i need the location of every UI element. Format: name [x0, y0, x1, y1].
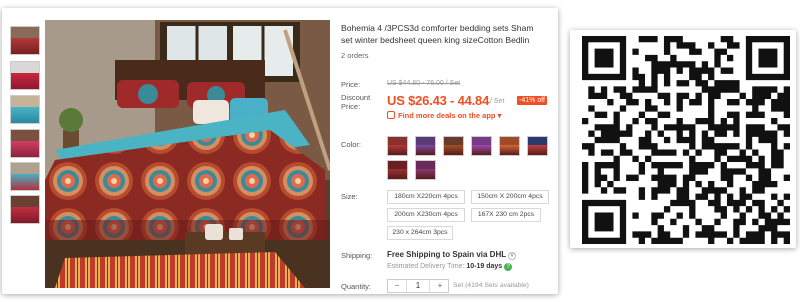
qr-finder-pattern-3 [582, 199, 627, 244]
swatch-bed-image [500, 145, 519, 155]
product-title-line-2[interactable]: set winter bedsheet queen king sizeCotto… [341, 34, 553, 46]
thumbnail-6[interactable] [10, 195, 40, 224]
thumbnail-4[interactable] [10, 129, 40, 158]
color-swatch-purple-mandala[interactable] [415, 136, 436, 156]
shipping-method[interactable]: Free Shipping to Spain via DHL ˅ [387, 250, 517, 260]
size-option-1[interactable]: 180cm X220cm 4pcs [387, 190, 465, 204]
product-card: Bohemia 4 /3PCS3d comforter bedding sets… [2, 8, 558, 294]
color-swatch-brown-mandala[interactable] [443, 136, 464, 156]
find-deals-link[interactable]: Find more deals on the app ▾ [387, 111, 501, 120]
product-title-line-1[interactable]: Bohemia 4 /3PCS3d comforter bedding sets… [341, 22, 553, 34]
color-swatch-red-mandala[interactable] [387, 136, 408, 156]
swatch-bed-image [472, 145, 491, 155]
price-label: Price: [341, 80, 361, 89]
shipping-method-text: Free Shipping to Spain via DHL [387, 250, 507, 259]
main-product-image [45, 20, 330, 288]
color-swatch-plum-mandala[interactable] [415, 160, 436, 180]
screenshot-canvas: Bohemia 4 /3PCS3d comforter bedding sets… [0, 0, 800, 300]
quantity-label: Quantity: [341, 282, 372, 291]
thumbnail-2[interactable] [10, 61, 40, 90]
chevron-down-icon: ▾ [497, 111, 502, 120]
swatch-bed-image [444, 145, 463, 155]
thumbnail-1[interactable] [10, 26, 40, 55]
shipping-label: Shipping: [341, 251, 373, 260]
discount-label-2: Price: [341, 102, 361, 111]
qr-finder-pattern-2 [745, 36, 790, 81]
orders-count: 2 orders [341, 51, 369, 60]
swatch-bed-image [388, 145, 407, 155]
phone-icon [387, 111, 395, 119]
discount-price: US $26.43 - 44.84 [387, 93, 490, 108]
size-option-2[interactable]: 150cm X 200cm 4pcs [471, 190, 549, 204]
chevron-down-icon: ˅ [508, 252, 517, 260]
quantity-increase-button[interactable]: + [434, 280, 446, 292]
quantity-decrease-button[interactable]: − [392, 280, 402, 292]
find-deals-text: Find more deals on the app [398, 111, 496, 120]
size-label: Size: [341, 192, 358, 201]
thumbnail-5[interactable] [10, 162, 40, 191]
estimated-delivery: Estimated Delivery Time: 10-19 days? [387, 263, 513, 271]
original-price: US $44.80 - 76.00 / Set [387, 80, 461, 87]
size-option-4[interactable]: 167X 230 cm 2pcs [471, 208, 541, 222]
swatch-bed-image [416, 169, 435, 179]
stock-available: Set (4194 Sets available) [453, 282, 529, 289]
size-option-5[interactable]: 230 x 264cm 3pcs [387, 226, 453, 240]
swatch-bed-image [528, 145, 547, 155]
price-unit: / Set [490, 98, 505, 105]
color-label: Color: [341, 140, 362, 149]
size-option-3[interactable]: 200cm X230cm 4pcs [387, 208, 465, 222]
color-swatch-navy-mandala[interactable] [527, 136, 548, 156]
color-swatch-orange-mandala[interactable] [499, 136, 520, 156]
swatch-bed-image [416, 145, 435, 155]
estimated-delivery-label: Estimated Delivery Time: [387, 263, 465, 270]
product-info: Bohemia 4 /3PCS3d comforter bedding sets… [341, 22, 556, 293]
qr-finder-pattern-1 [582, 36, 627, 81]
color-swatch-violet-mandala[interactable] [471, 136, 492, 156]
discount-badge: -41% off [517, 96, 547, 105]
qr-code-card [570, 30, 796, 248]
quantity-stepper: − 1 + [387, 279, 449, 293]
estimated-delivery-days: 10-19 days [466, 263, 503, 270]
swatch-bed-image [388, 169, 407, 179]
color-swatch-dark-red-mandala[interactable] [387, 160, 408, 180]
discount-label-1: Discount [341, 93, 371, 102]
help-icon[interactable]: ? [504, 263, 513, 271]
thumbnail-3[interactable] [10, 95, 40, 124]
qr-code [582, 36, 790, 244]
quantity-input[interactable]: 1 [406, 280, 430, 292]
